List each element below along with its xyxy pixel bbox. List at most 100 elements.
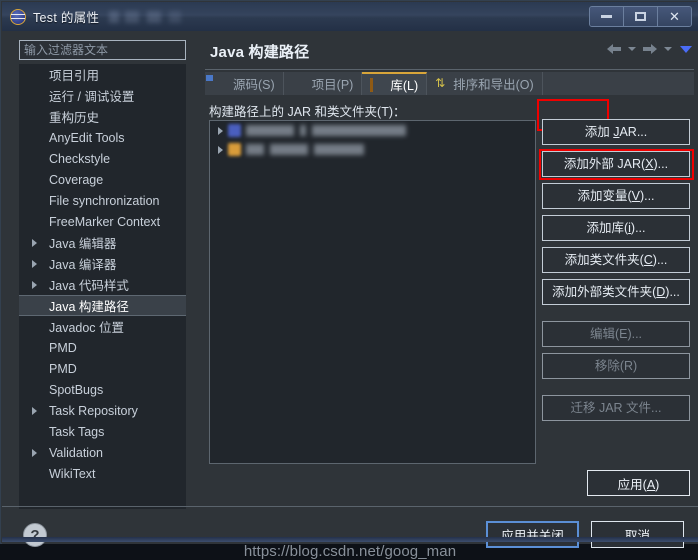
footer-divider	[2, 506, 698, 507]
sidebar-item-3[interactable]: AnyEdit Tools	[19, 127, 186, 148]
expand-chevron-icon[interactable]	[32, 259, 37, 268]
help-question-icon[interactable]: ?	[23, 523, 47, 547]
arrow-right-icon[interactable]	[641, 41, 659, 57]
expand-chevron-icon[interactable]	[32, 448, 37, 457]
sidebar-item-13[interactable]: PMD	[19, 337, 186, 358]
tab-projects[interactable]: 项目(P)	[284, 72, 363, 95]
jar-entry-label-redacted	[246, 125, 535, 136]
sidebar-item-7[interactable]: FreeMarker Context	[19, 211, 186, 232]
page-header: Java 构建路径	[205, 37, 694, 70]
sidebar-item-2[interactable]: 重构历史	[19, 106, 186, 127]
dialog-body: 项目引用运行 / 调试设置重构历史 AnyEdit Tools Checkstyle…	[2, 31, 698, 560]
sidebar-item-0[interactable]: 项目引用	[19, 64, 186, 85]
sidebar-item-19[interactable]: WikiText	[19, 463, 186, 484]
sidebar-item-4[interactable]: Checkstyle	[19, 148, 186, 169]
close-icon: ✕	[669, 9, 680, 24]
list-item[interactable]	[210, 121, 535, 140]
sidebar-item-12[interactable]: Javadoc 位置	[19, 316, 186, 337]
properties-dialog: Test 的属性 ✕ 项目引用运行 / 调试设置重构历史 AnyEdit Tool…	[0, 0, 698, 560]
build-path-tab-bar: 源码(S) 项目(P) 库(L) ⇅ 排序和导出(O)	[205, 72, 694, 95]
sidebar-item-label: Java 构建路径	[49, 300, 129, 314]
sidebar-item-10[interactable]: Java 代码样式	[19, 274, 186, 295]
expand-chevron-icon[interactable]	[32, 406, 37, 415]
sidebar-item-8[interactable]: Java 编辑器	[19, 232, 186, 253]
expand-chevron-icon[interactable]	[218, 145, 223, 154]
tab-order-and-export[interactable]: ⇅ 排序和导出(O)	[427, 72, 543, 95]
sidebar-item-label: 运行 / 调试设置	[49, 90, 135, 104]
minimize-icon	[601, 15, 612, 18]
sidebar-item-11[interactable]: Java 构建路径	[19, 295, 186, 316]
page-title: Java 构建路径	[210, 44, 310, 61]
sidebar-item-label: Javadoc 位置	[49, 321, 125, 335]
window-controls: ✕	[589, 6, 692, 27]
tab-libraries-label: 库(L)	[390, 79, 419, 93]
list-item[interactable]	[210, 140, 535, 159]
sidebar-item-16[interactable]: Task Repository	[19, 400, 186, 421]
sidebar-item-label: Java 编辑器	[49, 237, 117, 251]
filter-input[interactable]	[19, 40, 186, 60]
sidebar-item-5[interactable]: Coverage	[19, 169, 186, 190]
tab-source-label: 源码(S)	[233, 78, 275, 92]
minimize-button[interactable]	[590, 7, 624, 26]
sidebar-item-label: FreeMarker Context	[49, 214, 161, 229]
jre-library-icon	[228, 143, 241, 156]
settings-navigation-pane: 项目引用运行 / 调试设置重构历史 AnyEdit Tools Checkstyle…	[2, 31, 201, 544]
add-external-jar-button[interactable]: 添加外部 JAR(X)...	[542, 151, 690, 177]
page-nav-buttons	[605, 41, 692, 57]
sidebar-item-18[interactable]: Validation	[19, 442, 186, 463]
sort-order-icon: ⇅	[435, 76, 446, 90]
header-divider	[205, 69, 694, 70]
sidebar-item-6[interactable]: File synchronization	[19, 190, 186, 211]
add-library-button[interactable]: 添加库(i)...	[542, 215, 690, 241]
library-book-icon	[370, 78, 385, 92]
build-path-entries-list[interactable]	[209, 120, 536, 464]
apply-button[interactable]: 应用(A)	[587, 470, 690, 496]
maximize-button[interactable]	[624, 7, 658, 26]
sidebar-item-label: 重构历史	[49, 111, 100, 125]
edit-button: 编辑(E)...	[542, 321, 690, 347]
sidebar-item-15[interactable]: SpotBugs	[19, 379, 186, 400]
jar-icon	[228, 124, 241, 137]
sidebar-item-9[interactable]: Java 编译器	[19, 253, 186, 274]
window-title: Test 的属性	[33, 11, 100, 25]
back-history-chevron-down-icon[interactable]	[628, 47, 636, 51]
maximize-icon	[635, 12, 646, 21]
folder-project-icon	[292, 77, 307, 90]
sidebar-item-label: Checkstyle	[49, 151, 111, 166]
sidebar-item-label: Coverage	[49, 172, 104, 187]
sidebar-item-17[interactable]: Task Tags	[19, 421, 186, 442]
sidebar-item-14[interactable]: PMD	[19, 358, 186, 379]
close-button[interactable]: ✕	[658, 7, 691, 26]
add-external-class-folder-button[interactable]: 添加外部类文件夹(D)...	[542, 279, 690, 305]
sidebar-item-label: Task Repository	[49, 403, 138, 418]
section-label: 构建路径上的 JAR 和类文件夹(T)：	[209, 105, 406, 119]
view-menu-chevron-down-icon[interactable]	[680, 45, 692, 53]
sidebar-item-label: Java 代码样式	[49, 279, 129, 293]
remove-button: 移除(R)	[542, 353, 690, 379]
sidebar-item-label: Task Tags	[49, 424, 105, 439]
sidebar-item-label: PMD	[49, 340, 77, 355]
add-jar-button[interactable]: 添加 JAR...	[542, 119, 690, 145]
add-variable-button[interactable]: 添加变量(V)...	[542, 183, 690, 209]
folder-source-icon	[213, 77, 228, 90]
settings-tree[interactable]: 项目引用运行 / 调试设置 重构历史 AnyEdit Tools Checkstyle…	[19, 64, 186, 509]
forward-history-chevron-down-icon[interactable]	[664, 47, 672, 51]
sidebar-item-1[interactable]: 运行 / 调试设置	[19, 85, 186, 106]
sidebar-item-label: 项目引用	[49, 69, 100, 83]
migrate-jar-button: 迁移 JAR 文件...	[542, 395, 690, 421]
tab-libraries[interactable]: 库(L)	[362, 72, 428, 95]
sidebar-item-label: Java 编译器	[49, 258, 117, 272]
pane-splitter[interactable]	[192, 31, 201, 544]
expand-chevron-icon[interactable]	[218, 126, 223, 135]
tab-projects-label: 项目(P)	[311, 78, 354, 92]
add-class-folder-button[interactable]: 添加类文件夹(C)...	[542, 247, 690, 273]
sidebar-item-label: WikiText	[49, 466, 96, 481]
tab-source[interactable]: 源码(S)	[205, 72, 284, 95]
sidebar-item-label: PMD	[49, 361, 77, 376]
expand-chevron-icon[interactable]	[32, 280, 37, 289]
build-path-action-buttons: 添加 JAR... 添加外部 JAR(X)... 添加变量(V)... 添加库(…	[542, 119, 690, 427]
sidebar-item-label: File synchronization	[49, 193, 160, 208]
sidebar-item-label: AnyEdit Tools	[49, 130, 125, 145]
arrow-left-icon[interactable]	[605, 41, 623, 57]
expand-chevron-icon[interactable]	[32, 238, 37, 247]
